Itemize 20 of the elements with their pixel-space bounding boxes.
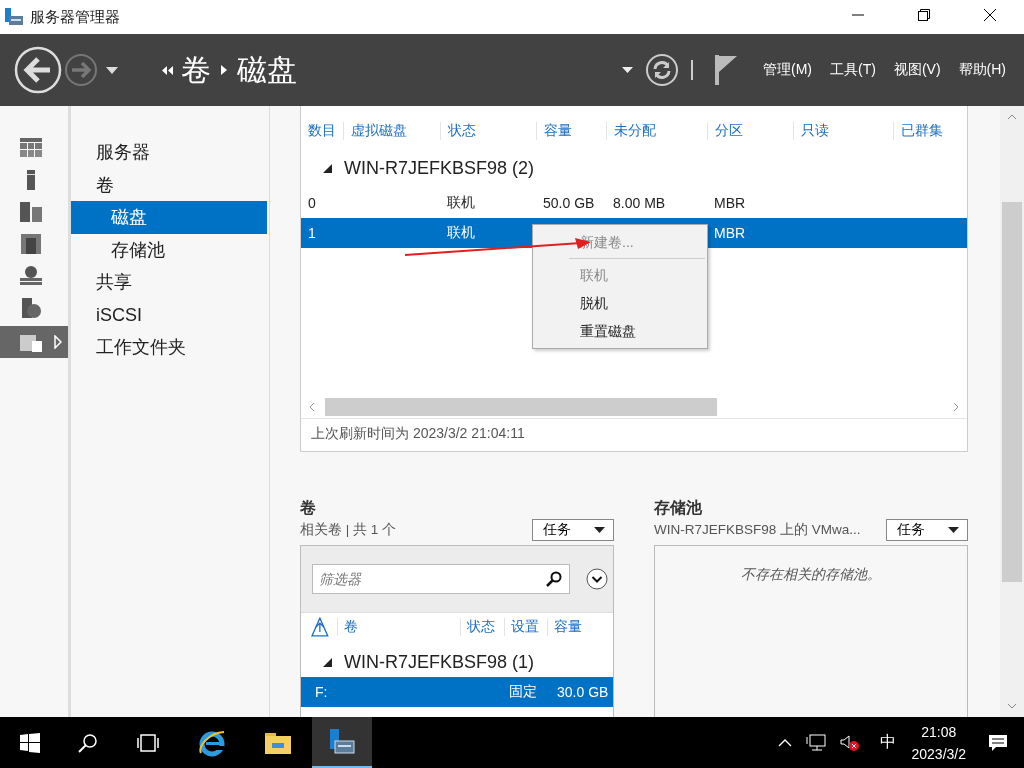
table-cell: 30.0 GB [557, 684, 609, 700]
table-cell: 固定 [509, 683, 537, 699]
section-title: 卷 [300, 498, 317, 518]
group-header: WIN-R7JEFKBSF98 (1) [344, 651, 535, 673]
table-cell: 50.0 GB [543, 195, 595, 211]
table-cell: 1 [308, 225, 316, 241]
table-cell: MBR [714, 225, 746, 241]
table-cell: MBR [714, 195, 746, 211]
section-subtitle: 相关卷 | 共 1 个 [300, 521, 397, 539]
table-cell: 8.00 MB [613, 195, 666, 211]
section-title: 存储池 [654, 498, 703, 518]
section-subtitle: WIN-R7JEFKBSF98 上的 VMwa... [654, 521, 861, 539]
status-text: 上次刷新时间为 2023/3/2 21:04:11 [301, 418, 967, 451]
table-cell: 联机 [447, 224, 475, 240]
window-title: 服务器管理器 [30, 7, 120, 27]
table-cell: F: [315, 684, 328, 700]
table-cell: 联机 [447, 194, 475, 210]
group-header: WIN-R7JEFKBSF98 (2) [344, 157, 535, 179]
empty-message: 不存在相关的存储池。 [741, 566, 881, 584]
table-cell: 0 [308, 195, 316, 211]
